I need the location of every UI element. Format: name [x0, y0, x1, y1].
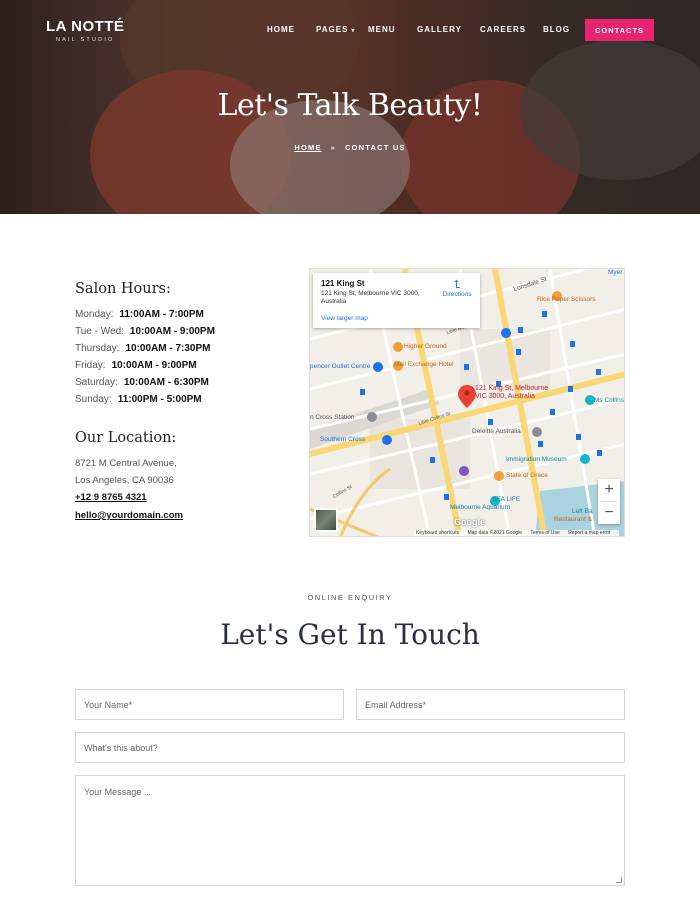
- hours-time: 10:00AM - 7:30PM: [125, 343, 211, 354]
- hours-row-sunday: Sunday: 11:00PM - 5:00PM: [75, 394, 202, 405]
- hours-day: Tue - Wed:: [75, 326, 124, 337]
- hours-row-thursday: Thursday: 10:00AM - 7:30PM: [75, 343, 211, 354]
- hours-row-friday: Friday: 10:00AM - 9:00PM: [75, 360, 197, 371]
- map-label-sea-life: SEA LIFE: [492, 496, 521, 503]
- email-link[interactable]: hello@yourdomain.com: [75, 510, 183, 521]
- nav-blog[interactable]: BLOG: [543, 25, 570, 34]
- location-heading: Our Location:: [75, 430, 177, 446]
- map-label-higher-ground: Higher Ground: [404, 343, 447, 350]
- message-placeholder: Your Message ...: [84, 787, 152, 797]
- nav-home[interactable]: HOME: [267, 25, 295, 34]
- map-label-southern-cross: Southern Cross: [320, 436, 366, 443]
- map-label-aquarium: Melbourne Aquarium: [450, 504, 510, 511]
- nav-gallery[interactable]: GALLERY: [417, 25, 462, 34]
- map-label-spencer-outlet: pencer Outlet Centre: [310, 363, 371, 370]
- map-label-deloitte: Deloitte Australia: [472, 428, 521, 435]
- page-title: Let's Talk Beauty!: [217, 88, 483, 123]
- directions-button[interactable]: ⮤ Directions: [440, 279, 474, 298]
- resize-handle-icon[interactable]: [616, 877, 622, 883]
- nav-careers[interactable]: CAREERS: [480, 25, 526, 34]
- keyboard-shortcuts-link[interactable]: Keyboard shortcuts: [416, 530, 459, 536]
- zoom-out-button[interactable]: −: [598, 502, 620, 524]
- hours-time: 10:00AM - 6:30PM: [123, 377, 209, 388]
- map-label-ms-collins: Ms Collins: [594, 397, 624, 404]
- hours-day: Saturday:: [75, 377, 118, 388]
- address-line-1: 8721 M Central Avenue,: [75, 458, 177, 469]
- hero-banner: LA NOTTÉ NAIL STUDIO HOME PAGES ▾ MENU GA…: [0, 0, 700, 214]
- breadcrumb-current: CONTACT US: [345, 143, 406, 152]
- nav-pages[interactable]: PAGES ▾: [316, 25, 355, 34]
- google-logo: Google: [454, 517, 485, 527]
- map-pin-label-1: 121 King St, Melbourne: [475, 385, 549, 392]
- directions-label: Directions: [442, 291, 472, 298]
- hours-time: 11:00PM - 5:00PM: [117, 394, 202, 405]
- hours-row-tue-wed: Tue - Wed: 10:00AM - 9:00PM: [75, 326, 215, 337]
- logo[interactable]: LA NOTTÉ NAIL STUDIO: [46, 18, 124, 43]
- email-input[interactable]: Email Address*: [356, 689, 625, 720]
- map-label-myer: Myer: [608, 269, 623, 276]
- hours-day: Thursday:: [75, 343, 120, 354]
- hours-day: Sunday:: [75, 394, 112, 405]
- logo-name: LA NOTTÉ: [46, 18, 125, 35]
- breadcrumb-separator: »: [330, 143, 337, 152]
- map-label-state-of-grace: State of Grace: [506, 472, 548, 479]
- map-label-mail-exchange: Mail Exchange Hotel: [394, 361, 454, 368]
- map-label-immigration: Immigration Museum: [506, 456, 567, 463]
- report-error-link[interactable]: Report a map error: [568, 530, 610, 536]
- breadcrumb: HOME » CONTACT US: [0, 143, 700, 152]
- address-line-2: Los Angeles, CA 90036: [75, 475, 174, 486]
- phone-link[interactable]: +12 9 8765 4321: [75, 492, 147, 503]
- logo-tagline: NAIL STUDIO: [56, 37, 115, 43]
- breadcrumb-home[interactable]: HOME: [294, 143, 321, 152]
- terms-link[interactable]: Terms of Use: [530, 530, 559, 536]
- directions-icon: ⮤: [453, 279, 461, 291]
- hours-row-saturday: Saturday: 10:00AM - 6:30PM: [75, 377, 209, 388]
- hours-day: Monday:: [75, 309, 114, 320]
- map-label-rice-paper: Rice Paper Scissors: [537, 296, 596, 303]
- satellite-toggle[interactable]: [314, 508, 338, 532]
- nav-pages-label: PAGES: [316, 25, 349, 34]
- contacts-button[interactable]: CONTACTS: [585, 19, 654, 41]
- map-pin-label-2: VIC 3000, Australia: [475, 393, 535, 400]
- map-label-cross-station: n Cross Station: [310, 414, 355, 421]
- map-info-card: 121 King St 121 King St, Melbourne VIC 3…: [313, 273, 480, 328]
- salon-hours-heading: Salon Hours:: [75, 281, 171, 297]
- hours-row-monday: Monday: 11:00AM - 7:00PM: [75, 309, 204, 320]
- hours-day: Friday:: [75, 360, 106, 371]
- enquiry-eyebrow: ONLINE ENQUIRY: [307, 593, 393, 602]
- map-card-address: 121 King St, Melbourne VIC 3000, Austral…: [321, 290, 420, 305]
- view-larger-map-link[interactable]: View larger map: [321, 315, 368, 322]
- hours-time: 10:00AM - 9:00PM: [111, 360, 197, 371]
- map-data-text: Map data ©2021 Google: [467, 530, 523, 536]
- map-label-restaurant: Restaurant &: [554, 516, 592, 523]
- name-input[interactable]: Your Name*: [75, 689, 344, 720]
- message-textarea[interactable]: Your Message ...: [75, 775, 625, 886]
- hours-time: 11:00AM - 7:00PM: [119, 309, 204, 320]
- map-footer: Keyboard shortcuts Map data ©2021 Google…: [414, 530, 620, 536]
- hours-time: 10:00AM - 9:00PM: [129, 326, 215, 337]
- nav-menu[interactable]: MENU: [368, 25, 396, 34]
- enquiry-title: Let's Get In Touch: [220, 618, 480, 651]
- subject-input[interactable]: What's this about?: [75, 732, 625, 763]
- caret-down-icon: ▾: [351, 28, 356, 34]
- map-label-left-bank: Left Ba: [572, 508, 593, 515]
- zoom-controls: + −: [598, 479, 620, 524]
- zoom-in-button[interactable]: +: [598, 479, 620, 501]
